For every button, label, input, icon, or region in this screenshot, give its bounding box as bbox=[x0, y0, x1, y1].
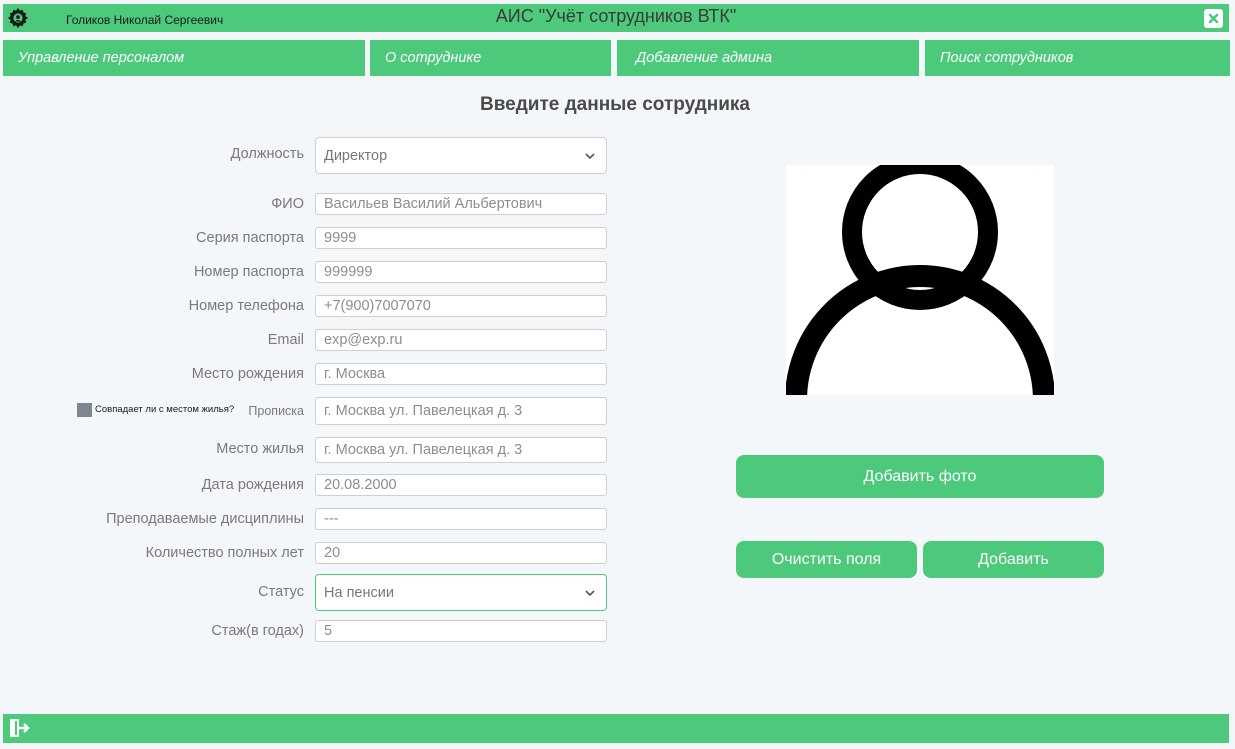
phone-field[interactable]: +7(900)7007070 bbox=[315, 295, 607, 317]
passport-series-field[interactable]: 9999 bbox=[315, 227, 607, 249]
disciplines-label: Преподаваемые дисциплины bbox=[106, 511, 304, 527]
tab-label: О сотруднике bbox=[385, 50, 482, 66]
user-avatar-icon bbox=[786, 165, 1054, 395]
chevron-down-icon bbox=[585, 153, 595, 160]
tab-add-admin[interactable]: Добавление админа bbox=[617, 40, 919, 76]
birth-date-label: Дата рождения bbox=[201, 477, 304, 493]
status-value: На пенсии bbox=[324, 584, 394, 601]
birth-place-label: Место рождения bbox=[191, 366, 304, 382]
tab-search-employees[interactable]: Поиск сотрудников bbox=[925, 40, 1230, 76]
passport-series-label: Серия паспорта bbox=[196, 230, 304, 246]
phone-label: Номер телефона bbox=[188, 298, 304, 314]
tab-employee-info[interactable]: О сотруднике bbox=[370, 40, 611, 76]
residence-label: Место жилья bbox=[216, 441, 304, 457]
add-employee-button[interactable]: Добавить bbox=[923, 541, 1104, 578]
same-as-residence-label: Совпадает ли с местом жилья? bbox=[95, 404, 235, 415]
title-bar: Голиков Николай Сергеевич АИС "Учёт сотр… bbox=[3, 4, 1229, 32]
registration-label: Прописка bbox=[248, 404, 304, 418]
tab-label: Управление персоналом bbox=[18, 50, 185, 66]
clear-fields-label: Очистить поля bbox=[771, 550, 882, 568]
close-button[interactable] bbox=[1204, 9, 1223, 28]
tab-label: Поиск сотрудников bbox=[940, 50, 1074, 66]
residence-field[interactable]: г. Москва ул. Павелецкая д. 3 bbox=[315, 437, 607, 463]
status-select[interactable]: На пенсии bbox=[315, 574, 607, 611]
add-employee-label: Добавить bbox=[978, 550, 1049, 568]
birth-date-field[interactable]: 20.08.2000 bbox=[315, 474, 607, 496]
position-label: Должность bbox=[230, 146, 304, 162]
app-title: АИС "Учёт сотрудников ВТК" bbox=[495, 6, 737, 26]
email-label: Email bbox=[267, 332, 304, 348]
birth-place-field[interactable]: г. Москва bbox=[315, 363, 607, 385]
age-label: Количество полных лет bbox=[145, 545, 304, 561]
status-label: Статус bbox=[258, 584, 304, 600]
full-name-field[interactable]: Васильев Василий Альбертович bbox=[315, 193, 607, 215]
clear-fields-button[interactable]: Очистить поля bbox=[736, 541, 917, 578]
employee-photo bbox=[786, 165, 1054, 395]
position-value: Директор bbox=[324, 147, 388, 164]
full-name-label: ФИО bbox=[271, 196, 304, 212]
age-field[interactable]: 20 bbox=[315, 542, 607, 564]
email-field[interactable]: exp@exp.ru bbox=[315, 329, 607, 351]
disciplines-field[interactable]: --- bbox=[315, 508, 607, 530]
form-heading: Введите данные сотрудника bbox=[479, 94, 750, 115]
tab-staff-management[interactable]: Управление персоналом bbox=[3, 40, 365, 76]
passport-number-label: Номер паспорта bbox=[193, 264, 304, 280]
experience-label: Стаж(в годах) bbox=[211, 623, 304, 639]
tab-label: Добавление админа bbox=[636, 50, 773, 66]
add-photo-button[interactable]: Добавить фото bbox=[736, 455, 1104, 498]
same-as-residence-checkbox[interactable] bbox=[77, 403, 92, 417]
position-select[interactable]: Директор bbox=[315, 137, 607, 174]
passport-number-field[interactable]: 999999 bbox=[315, 261, 607, 283]
registration-field[interactable]: г. Москва ул. Павелецкая д. 3 bbox=[315, 397, 607, 425]
add-photo-label: Добавить фото bbox=[863, 467, 977, 485]
experience-field[interactable]: 5 bbox=[315, 620, 607, 642]
exit-icon[interactable] bbox=[9, 718, 31, 738]
chevron-down-icon bbox=[585, 590, 595, 597]
close-icon bbox=[1208, 13, 1219, 24]
footer-bar bbox=[3, 714, 1229, 743]
